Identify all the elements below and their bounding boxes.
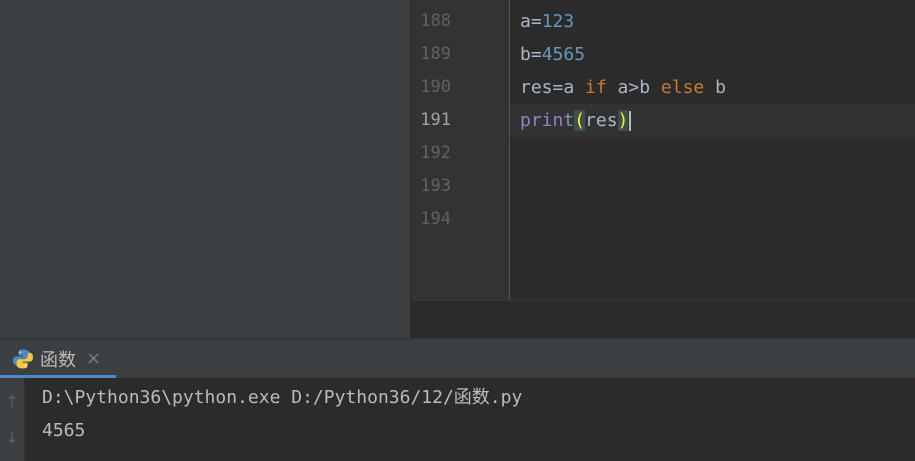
- run-tab-label: 函数: [40, 349, 76, 371]
- line-number-gutter: 188 189 190 191 192 193 194: [411, 0, 509, 300]
- code-keyword: else: [660, 77, 705, 98]
- line-number: 190: [420, 77, 451, 97]
- gutter-divider: [509, 0, 510, 300]
- brace-match-open: (: [574, 110, 586, 131]
- close-icon[interactable]: ×: [86, 348, 101, 369]
- console-command-line: D:\Python36\python.exe D:/Python36/12/函数…: [42, 387, 523, 408]
- code-token: res: [585, 110, 618, 131]
- project-panel: [0, 0, 410, 338]
- line-number: 189: [420, 44, 451, 64]
- code-keyword: if: [585, 77, 607, 98]
- editor-scroll-area: [411, 300, 915, 338]
- code-line-190[interactable]: res=a if a>b else b: [520, 71, 726, 104]
- run-console[interactable]: ↑ ↓ D:\Python36\python.exe D:/Python36/1…: [0, 378, 915, 461]
- console-toolbar: ↑ ↓: [0, 378, 25, 461]
- code-token: =: [530, 44, 542, 65]
- code-number: 4565: [541, 44, 586, 65]
- arrow-up-icon[interactable]: ↑: [0, 392, 24, 411]
- run-tab[interactable]: 函数 ×: [0, 339, 113, 378]
- code-token: b: [704, 77, 726, 98]
- text-caret: [629, 111, 632, 131]
- code-line-188[interactable]: a=123: [520, 5, 574, 38]
- line-number: 192: [420, 143, 451, 163]
- python-icon: [13, 349, 33, 368]
- code-number: 123: [541, 11, 575, 32]
- code-token: =: [530, 11, 542, 32]
- code-line-191[interactable]: print(res): [520, 104, 632, 137]
- brace-match-close: ): [617, 110, 629, 131]
- code-builtin: print: [520, 110, 575, 131]
- code-token: a>b: [606, 77, 661, 98]
- code-token: res=a: [520, 77, 586, 98]
- line-number: 194: [420, 209, 451, 229]
- code-line-189[interactable]: b=4565: [520, 38, 585, 71]
- run-tool-window-header: 函数 ×: [0, 338, 915, 378]
- line-number: 188: [420, 11, 451, 31]
- code-token: b: [520, 44, 531, 65]
- arrow-down-icon[interactable]: ↓: [0, 428, 24, 447]
- code-editor[interactable]: 188 189 190 191 192 193 194 a=123 b=4565…: [411, 0, 915, 300]
- line-number: 193: [420, 176, 451, 196]
- console-output-line: 4565: [42, 420, 86, 441]
- line-number-current: 191: [420, 110, 451, 130]
- code-token: a: [520, 11, 531, 32]
